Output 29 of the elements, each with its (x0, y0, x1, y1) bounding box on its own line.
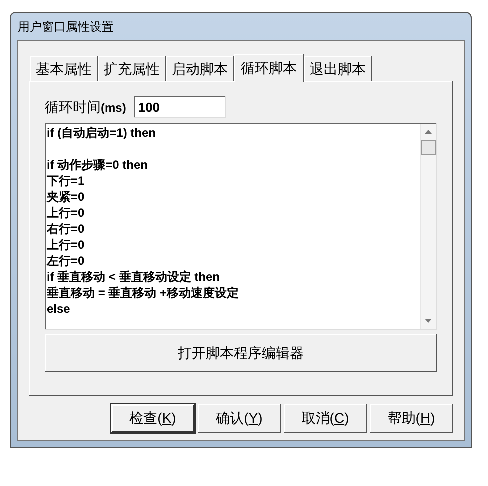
cycle-time-label: 循环时间(ms) (45, 98, 126, 116)
code-line: if 垂直移动 < 垂直移动设定 then (47, 269, 222, 285)
code-line: 垂直移动 = 垂直移动 +移动速度设定 (47, 285, 240, 301)
code-line: if (自动启动=1) then (47, 125, 158, 141)
code-line: 夹紧=0 (47, 189, 86, 205)
script-editor[interactable]: if (自动启动=1) then if 动作步骤=0 then 下行=1 夹紧=0 上行=0 右行=0 上行=0 左行=0 if 垂直移动 < 垂直移动设定 then 垂直移动 = 垂直移动 +移动速度设定 else (45, 123, 437, 330)
code-line: 左行=0 (47, 253, 86, 269)
code-line: 上行=0 (47, 237, 86, 253)
dialog-button[interactable]: 检查(K) (111, 404, 195, 433)
dialog-button[interactable]: 确认(Y) (198, 404, 281, 433)
scroll-down-icon[interactable] (425, 319, 432, 323)
code-line: 上行=0 (47, 205, 86, 221)
code-line: else (47, 301, 72, 317)
dialog-button[interactable]: 取消(C) (284, 404, 367, 433)
scrollbar[interactable] (420, 124, 436, 329)
code-line: 下行=1 (47, 173, 86, 189)
tab[interactable]: 扩充属性 (98, 56, 166, 81)
window-title: 用户窗口属性设置 (17, 18, 114, 36)
dialog-button[interactable]: 帮助(H) (370, 404, 453, 433)
scroll-thumb[interactable] (421, 140, 436, 155)
cycle-time-field[interactable]: 100 (134, 96, 226, 118)
tab[interactable]: 基本属性 (30, 56, 98, 81)
tab[interactable]: 退出脚本 (304, 56, 372, 81)
code-line: if 动作步骤=0 then (47, 157, 150, 173)
tab[interactable]: 启动脚本 (166, 56, 234, 81)
scroll-up-icon[interactable] (425, 130, 432, 134)
code-line: 右行=0 (47, 221, 86, 237)
tab[interactable]: 循环脚本 (234, 54, 304, 82)
open-editor-button[interactable]: 打开脚本程序编辑器 (45, 334, 437, 372)
